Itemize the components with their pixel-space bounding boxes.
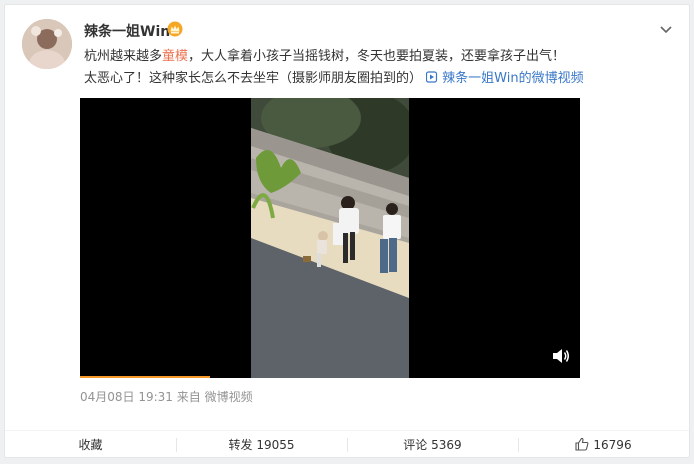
- comment-label: 评论: [403, 438, 428, 452]
- post-text: 杭州越来越多童模，大人拿着小孩子当摇钱树，冬天也要拍夏装，还要拿孩子出气！ 太恶…: [84, 46, 664, 90]
- post-text-line2: 太恶心了！这种家长怎么不去坐牢（摄影师朋友圈拍到的） 辣条一姐Win的微博视频: [84, 71, 584, 86]
- action-bar: 收藏 转发 19055 评论 5369 16796: [5, 430, 689, 459]
- username[interactable]: 辣条一姐Win: [84, 21, 170, 41]
- volume-icon[interactable]: [552, 348, 570, 364]
- video-frame: [251, 98, 409, 378]
- weibo-post-card: 辣条一姐Win 杭州越来越多童模，大人拿着小孩子当摇钱树，冬天也要拍夏装，还要拿…: [4, 4, 690, 458]
- video-progress-bar[interactable]: [80, 376, 210, 378]
- comment-button[interactable]: 评论 5369: [347, 436, 518, 454]
- repost-button[interactable]: 转发 19055: [176, 436, 347, 454]
- like-button[interactable]: 16796: [518, 436, 689, 454]
- comment-count: 5369: [431, 438, 462, 452]
- like-count: 16796: [593, 438, 632, 452]
- video-link[interactable]: 辣条一姐Win的微博视频: [426, 71, 584, 86]
- chevron-down-icon[interactable]: [659, 22, 673, 36]
- video-link-icon: [426, 71, 438, 83]
- favorite-label: 收藏: [78, 438, 103, 452]
- post-text-line1: 杭州越来越多童模，大人拿着小孩子当摇钱树，冬天也要拍夏装，还要拿孩子出气！: [84, 49, 566, 64]
- avatar-image: [22, 19, 72, 69]
- like-thumb-icon: [575, 437, 589, 451]
- favorite-button[interactable]: 收藏: [5, 436, 176, 454]
- repost-count: 19055: [256, 438, 295, 452]
- repost-label: 转发: [228, 438, 253, 452]
- hashtag-link[interactable]: 童模: [162, 49, 188, 64]
- post-timestamp[interactable]: 04月08日 19:31 来自 微博视频: [80, 388, 253, 405]
- video-player[interactable]: [80, 98, 580, 378]
- avatar[interactable]: [22, 19, 72, 69]
- crown-icon[interactable]: [167, 21, 183, 37]
